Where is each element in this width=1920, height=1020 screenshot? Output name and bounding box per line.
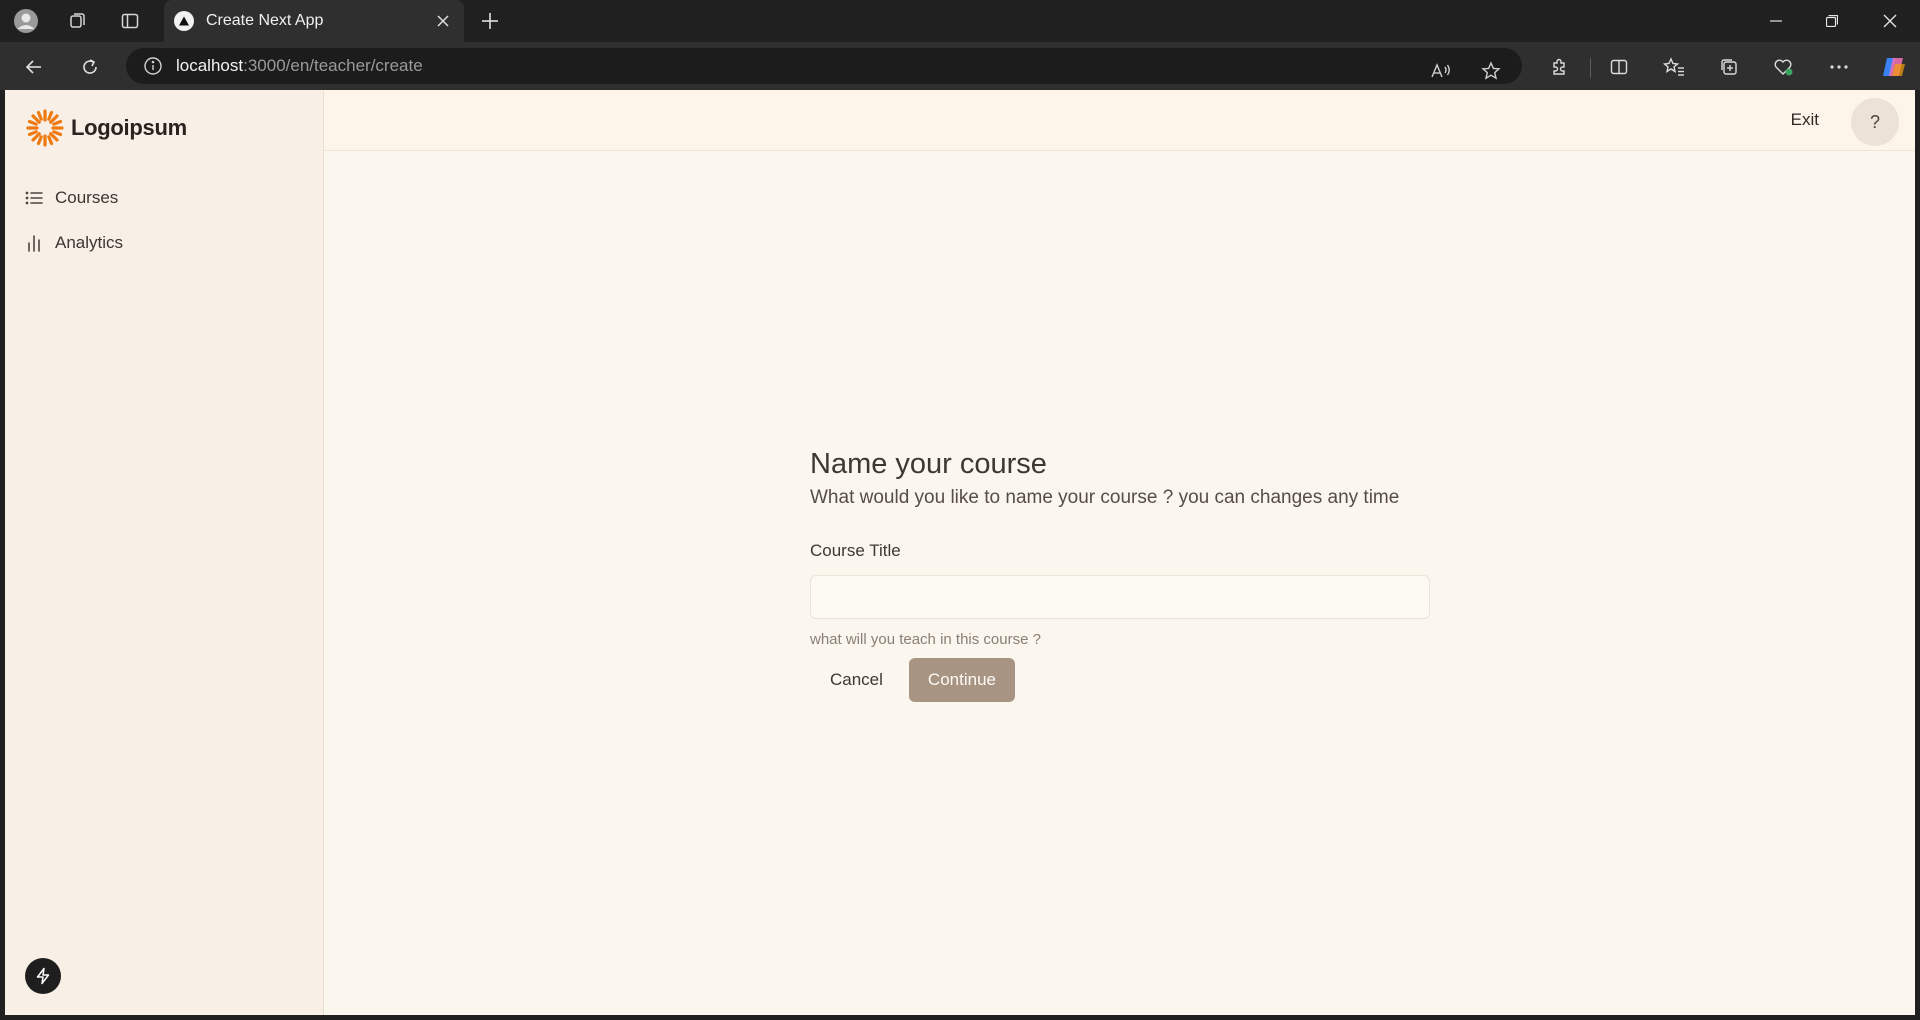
- copilot-icon[interactable]: [1878, 51, 1910, 83]
- url-path: :3000/en/teacher/create: [243, 56, 423, 75]
- bolt-icon[interactable]: [25, 958, 61, 994]
- logo-text: Logoipsum: [71, 115, 187, 140]
- new-tab-icon[interactable]: [476, 7, 504, 35]
- logo[interactable]: Logoipsum: [25, 108, 187, 148]
- url-host: localhost: [176, 56, 244, 75]
- restore-icon[interactable]: [1804, 0, 1860, 42]
- bar-chart-icon: [25, 234, 43, 252]
- refresh-icon[interactable]: [74, 51, 106, 83]
- back-icon[interactable]: [18, 51, 50, 83]
- exit-button[interactable]: Exit: [1783, 106, 1827, 134]
- site-info-icon[interactable]: [142, 55, 164, 77]
- help-button[interactable]: ?: [1851, 98, 1899, 146]
- page-viewport: Logoipsum Courses Analytics Exit ? Name …: [5, 90, 1915, 1015]
- favorites-icon[interactable]: [1658, 51, 1690, 83]
- course-title-hint: what will you teach in this course ?: [810, 631, 1041, 648]
- course-title-input[interactable]: [810, 575, 1430, 619]
- course-title-label: Course Title: [810, 541, 901, 560]
- extensions-icon[interactable]: [1543, 51, 1575, 83]
- workspaces-icon[interactable]: [64, 7, 92, 35]
- sidebar-item-label: Analytics: [55, 233, 124, 252]
- browser-tab-bar: Create Next App: [0, 0, 1920, 42]
- sidebar: Logoipsum Courses Analytics: [5, 90, 324, 1015]
- tab-title: Create Next App: [206, 12, 324, 29]
- browser-tab-active[interactable]: Create Next App: [164, 0, 464, 42]
- sidebar-item-analytics[interactable]: Analytics: [25, 233, 123, 253]
- profile-icon[interactable]: [12, 7, 40, 35]
- read-aloud-icon[interactable]: [1426, 56, 1456, 86]
- page-title: Name your course: [810, 448, 1047, 480]
- tab-actions-icon[interactable]: [116, 7, 144, 35]
- browser-toolbar: localhost:3000/en/teacher/create: [0, 42, 1920, 90]
- top-bar: Exit ?: [324, 90, 1915, 151]
- minimize-icon[interactable]: [1748, 0, 1804, 42]
- close-window-icon[interactable]: [1862, 0, 1918, 42]
- more-options-icon[interactable]: [1823, 51, 1855, 83]
- list-icon: [25, 189, 43, 207]
- browser-essentials-icon[interactable]: [1768, 51, 1800, 83]
- toolbar-separator: [1590, 58, 1591, 78]
- form-actions: Cancel Continue: [810, 658, 1430, 702]
- page-subtitle: What would you like to name your course …: [810, 487, 1400, 508]
- nextjs-favicon-icon: [174, 11, 194, 31]
- logo-sun-icon: [26, 109, 64, 147]
- address-bar[interactable]: localhost:3000/en/teacher/create: [126, 48, 1522, 84]
- url-text: localhost:3000/en/teacher/create: [176, 56, 423, 76]
- collections-icon[interactable]: [1713, 51, 1745, 83]
- sidebar-item-courses[interactable]: Courses: [25, 188, 118, 208]
- create-course-form: Name your course What would you like to …: [810, 448, 1430, 702]
- favorite-star-icon[interactable]: [1476, 56, 1506, 86]
- continue-button[interactable]: Continue: [908, 658, 1015, 702]
- close-tab-icon[interactable]: [432, 10, 454, 32]
- cancel-button[interactable]: Cancel: [810, 660, 903, 700]
- sidebar-item-label: Courses: [55, 188, 119, 207]
- split-screen-icon[interactable]: [1603, 51, 1635, 83]
